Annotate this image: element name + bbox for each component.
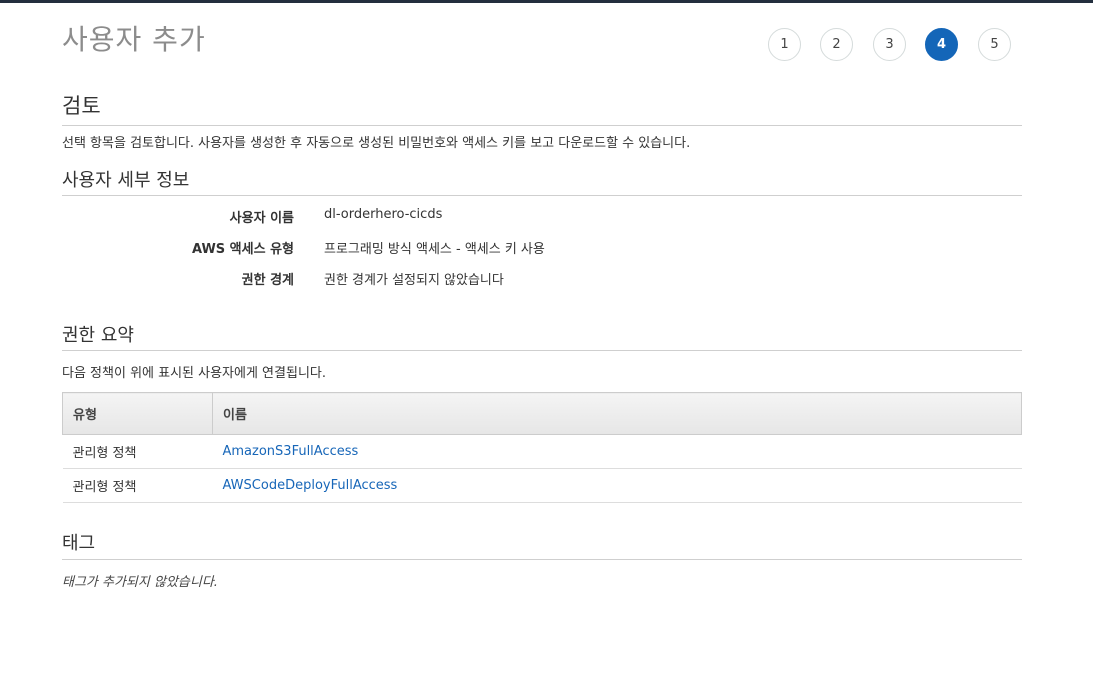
step-5-button[interactable]: 5 (978, 28, 1011, 61)
user-details-heading: 사용자 세부 정보 (62, 170, 190, 191)
permissions-description: 다음 정책이 위에 표시된 사용자에게 연결됩니다. (62, 366, 326, 381)
divider (62, 350, 1022, 351)
step-2-button[interactable]: 2 (820, 28, 853, 61)
permissions-summary-heading: 권한 요약 (62, 325, 134, 346)
table-header-row: 유형 이름 (62, 392, 1022, 435)
user-name-label: 사용자 이름 (229, 211, 294, 226)
review-description: 선택 항목을 검토합니다. 사용자를 생성한 후 자동으로 생성된 비밀번호와 … (62, 136, 691, 151)
policy-type-cell: 관리형 정책 (62, 434, 213, 469)
divider (62, 125, 1022, 126)
policy-name-cell: AmazonS3FullAccess (212, 434, 1022, 469)
tags-heading: 태그 (62, 533, 96, 554)
policy-name-cell: AWSCodeDeployFullAccess (212, 468, 1022, 503)
review-heading: 검토 (62, 94, 101, 118)
user-name-value: dl-orderhero-cicds (324, 207, 443, 222)
divider (62, 195, 1022, 196)
table-row: 관리형 정책 AmazonS3FullAccess (62, 434, 1022, 469)
table-row: 관리형 정책 AWSCodeDeployFullAccess (62, 468, 1022, 503)
access-type-value: 프로그래밍 방식 액세스 - 액세스 키 사용 (324, 242, 545, 257)
policy-link[interactable]: AmazonS3FullAccess (223, 444, 359, 459)
step-3-button[interactable]: 3 (873, 28, 906, 61)
step-4-button-current[interactable]: 4 (925, 28, 958, 61)
no-tags-message: 태그가 추가되지 않았습니다. (62, 575, 218, 590)
policy-link[interactable]: AWSCodeDeployFullAccess (223, 478, 398, 493)
permissions-table: 유형 이름 관리형 정책 AmazonS3FullAccess 관리형 정책 A… (62, 392, 1022, 503)
divider (62, 559, 1022, 560)
top-nav-bar (0, 0, 1093, 3)
column-header-type[interactable]: 유형 (62, 392, 213, 435)
column-header-name[interactable]: 이름 (212, 392, 1022, 435)
policy-type-cell: 관리형 정책 (62, 468, 213, 503)
permission-boundary-value: 권한 경계가 설정되지 않았습니다 (324, 273, 504, 288)
step-1-button[interactable]: 1 (768, 28, 801, 61)
page-title: 사용자 추가 (62, 23, 206, 56)
permission-boundary-label: 권한 경계 (241, 273, 294, 288)
access-type-label: AWS 액세스 유형 (191, 242, 294, 257)
